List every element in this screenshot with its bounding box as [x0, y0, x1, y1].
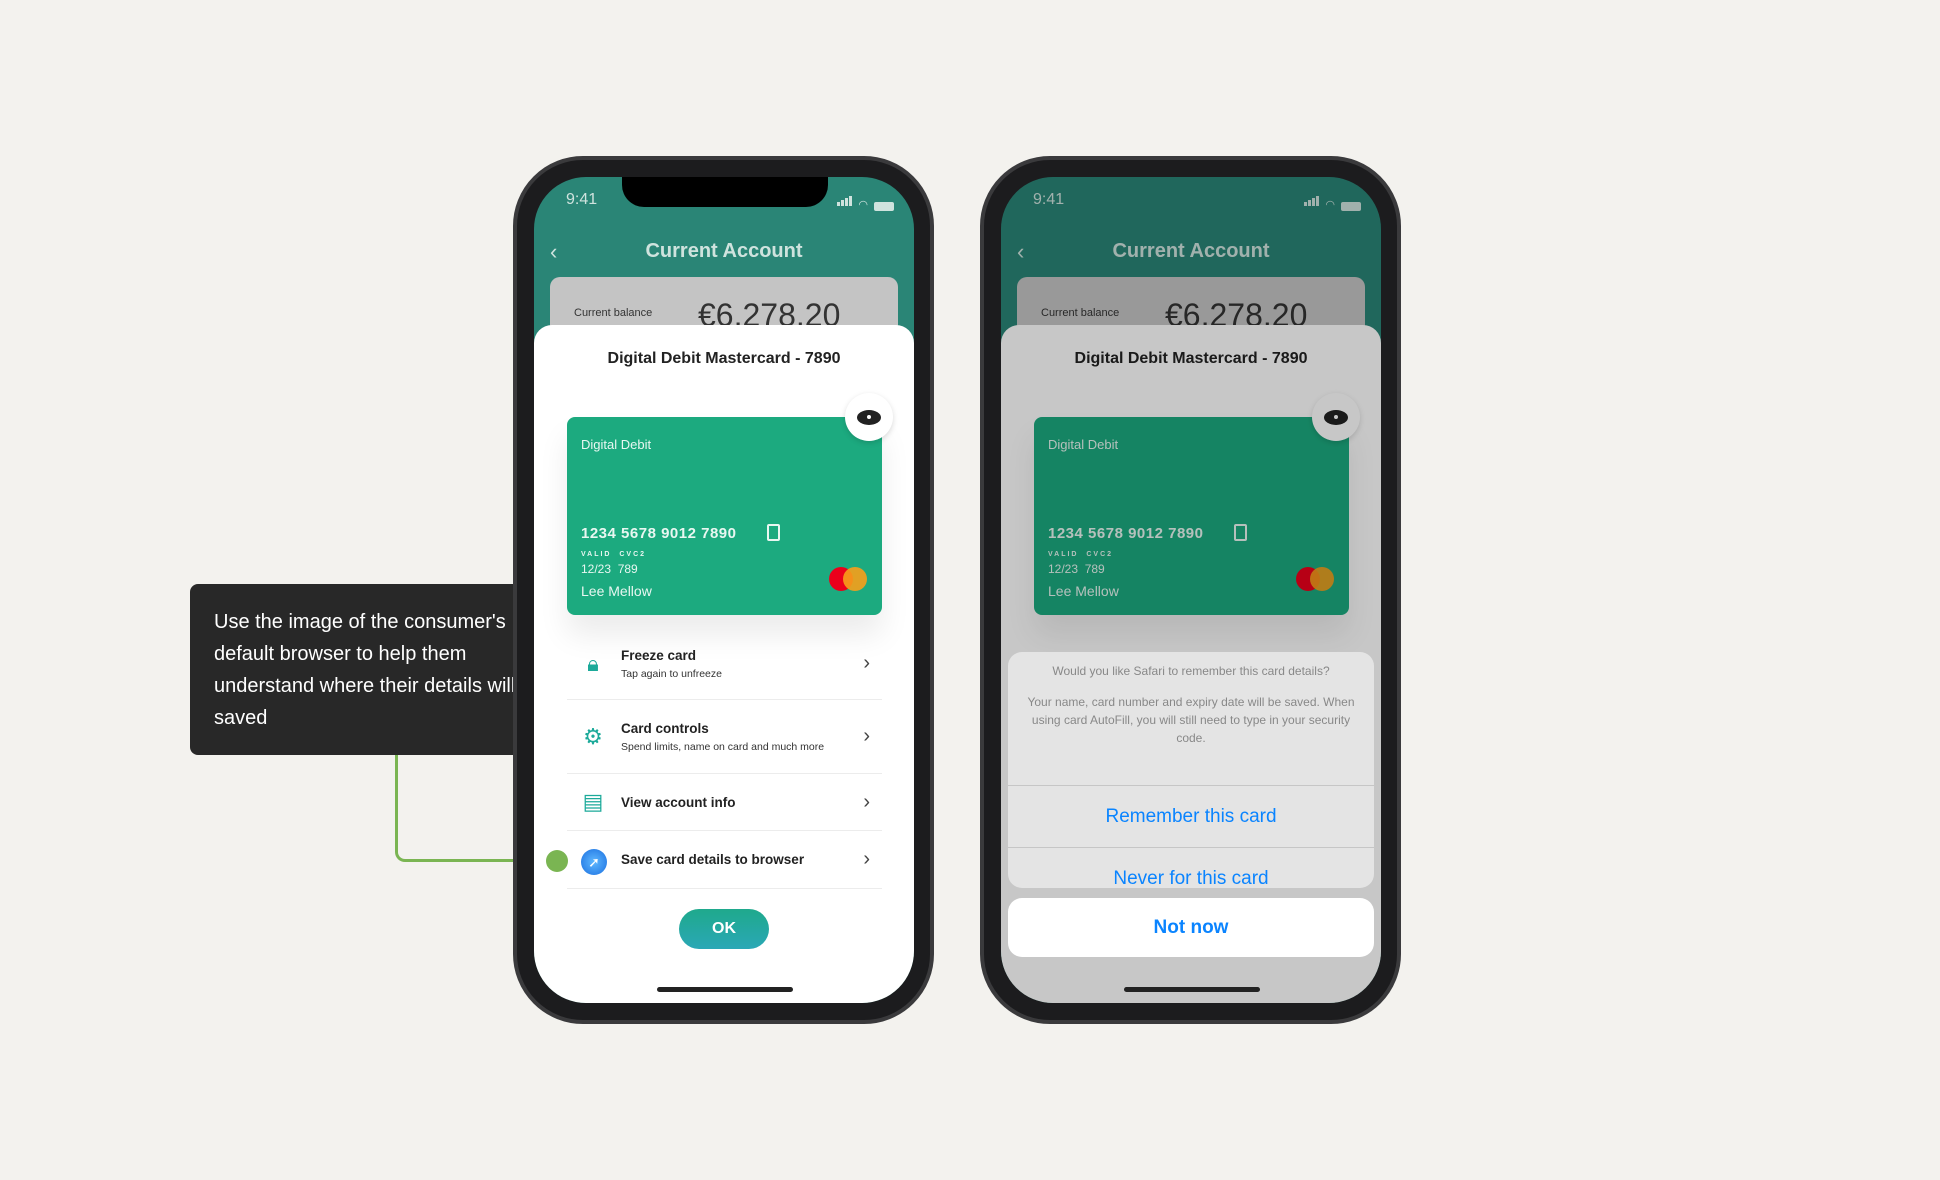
wifi-icon: ◠ [858, 199, 868, 211]
balance-label: Current balance [574, 307, 653, 319]
menu-item-title: Save card details to browser [621, 852, 805, 867]
debit-card: Digital Debit 1234 5678 9012 7890 VALID … [567, 417, 882, 615]
card-expiry: 12/23 [581, 562, 612, 576]
menu-item-view-account-info[interactable]: ▤ View account info › [567, 774, 882, 831]
menu-item-subtitle: Tap again to unfreeze [621, 667, 722, 680]
chevron-right-icon: › [863, 790, 870, 813]
not-now-button[interactable]: Not now [1008, 898, 1374, 957]
card-details-sheet: Digital Debit Mastercard - 7890 Digital … [534, 325, 914, 1003]
status-icons: ◠ [836, 193, 894, 211]
cvc-label: CVC2 [619, 551, 647, 558]
menu-item-save-to-browser[interactable]: ➚ Save card details to browser › [567, 831, 882, 889]
copy-icon[interactable] [767, 524, 780, 541]
menu-item-freeze-card[interactable]: 🔒︎ Freeze card Tap again to unfreeze › [567, 628, 882, 700]
menu-item-card-controls[interactable]: ⚙︎ Card controls Spend limits, name on car… [567, 700, 882, 774]
mastercard-logo [829, 567, 869, 591]
card-cvc: 789 [617, 562, 638, 576]
show-details-button[interactable] [845, 393, 893, 441]
card-number: 1234 5678 9012 7890 [581, 525, 737, 542]
menu-item-title: View account info [621, 794, 736, 810]
chevron-right-icon: › [863, 652, 870, 674]
lock-icon: 🔒︎ [587, 650, 599, 676]
gear-icon: ⚙︎ [583, 723, 603, 749]
remember-card-button[interactable]: Remember this card [1008, 785, 1374, 847]
sheet-title: Digital Debit Mastercard - 7890 [607, 350, 841, 367]
signal-icon [836, 193, 853, 211]
card-holder: Lee Mellow [581, 583, 652, 599]
battery-icon [874, 202, 894, 211]
eye-icon [857, 409, 881, 425]
safari-icon: ➚ [581, 847, 607, 875]
action-sheet-message: Your name, card number and expiry date w… [1027, 695, 1355, 745]
status-time: 9:41 [566, 191, 598, 208]
home-indicator [657, 987, 793, 992]
never-for-card-button[interactable]: Never for this card [1008, 847, 1374, 888]
chevron-right-icon: › [863, 848, 870, 870]
phone-mockup-safari-prompt: 9:41 ◠ ‹ Current Account Current balance… [980, 156, 1401, 1024]
annotation-text: Use the image of the consumer's default … [214, 611, 544, 729]
document-icon: ▤ [582, 789, 604, 814]
phone-screen: 9:41 ◠ ‹ Current Account Current balance… [534, 177, 914, 1003]
notch [622, 177, 828, 207]
valid-label: VALID [581, 551, 612, 558]
card-type: Digital Debit [581, 437, 652, 452]
chevron-right-icon: › [863, 725, 870, 747]
menu-item-title: Card controls [621, 720, 709, 736]
safari-action-sheet: Would you like Safari to remember this c… [1008, 652, 1374, 888]
menu-item-subtitle: Spend limits, name on card and much more [621, 740, 825, 753]
page-title: Current Account [645, 240, 803, 262]
menu-item-title: Freeze card [621, 647, 697, 663]
card-expiry-cvc: 12/23 789 [581, 562, 638, 576]
phone-mockup-card-details: 9:41 ◠ ‹ Current Account Current balance… [513, 156, 934, 1024]
card-labels: VALID CVC2 [581, 551, 646, 558]
action-sheet-question: Would you like Safari to remember this c… [1052, 664, 1330, 678]
home-indicator [1124, 987, 1260, 992]
annotation-dot [546, 850, 568, 872]
phone-screen: 9:41 ◠ ‹ Current Account Current balance… [1001, 177, 1381, 1003]
ok-button[interactable]: OK [679, 909, 769, 949]
